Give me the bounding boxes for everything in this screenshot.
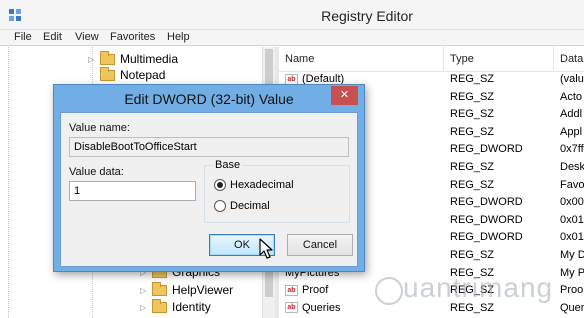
radio-label: Hexadecimal xyxy=(230,179,294,191)
tree-item-label: Notepad xyxy=(120,68,166,82)
value-data-cell: Favo xyxy=(560,178,584,191)
value-data-cell: 0x7ff xyxy=(560,143,584,156)
value-data-cell: Quer xyxy=(560,301,584,314)
tree-item-identity[interactable]: ▷ Identity xyxy=(140,298,211,315)
value-data-label: Value data: xyxy=(69,166,124,178)
value-name-text: Proof xyxy=(302,284,329,297)
menu-favorites[interactable]: Favorites xyxy=(110,31,155,43)
value-type-cell: REG_SZ xyxy=(450,90,495,103)
value-name-text: Queries xyxy=(302,301,341,314)
value-type-cell: REG_DWORD xyxy=(450,196,523,209)
value-data-input[interactable]: 1 xyxy=(69,181,196,201)
radio-label: Decimal xyxy=(230,200,270,212)
value-name-cell: ab Queries xyxy=(285,302,341,314)
value-name-field[interactable]: DisableBootToOfficeStart xyxy=(69,137,349,157)
window-title: Registry Editor xyxy=(321,8,413,24)
column-header-type[interactable]: Type xyxy=(444,47,554,72)
value-type-cell: REG_SZ xyxy=(450,125,495,138)
value-type-cell: REG_SZ xyxy=(450,178,495,191)
value-data-cell: Proo xyxy=(560,284,584,297)
expand-arrow-icon[interactable]: ▷ xyxy=(140,286,152,295)
menu-view[interactable]: View xyxy=(75,31,99,43)
value-type-cell: REG_DWORD xyxy=(450,143,523,156)
value-data-cell: 0x01 xyxy=(560,231,584,244)
string-value-icon: ab xyxy=(285,302,298,314)
value-data-cell: My P xyxy=(560,266,584,279)
folder-icon xyxy=(100,66,115,81)
value-name-cell: ab Proof xyxy=(285,284,328,296)
dialog-body: Value name: DisableBootToOfficeStart Val… xyxy=(60,112,358,267)
value-data-cell: Appl xyxy=(560,125,583,138)
column-header-data[interactable]: Data xyxy=(554,47,584,72)
close-button[interactable]: ✕ xyxy=(331,86,358,105)
value-data-cell: (valu xyxy=(560,73,584,85)
edit-dword-dialog: Edit DWORD (32-bit) Value ✕ Value name: … xyxy=(53,84,365,272)
folder-icon xyxy=(152,298,167,313)
value-type-cell: REG_DWORD xyxy=(450,231,523,244)
registry-editor-icon xyxy=(9,9,21,21)
tree-item-label: Identity xyxy=(172,300,211,314)
cancel-button[interactable]: Cancel xyxy=(287,234,353,256)
value-type-cell: REG_SZ xyxy=(450,161,495,173)
value-data-cell: 0x01 xyxy=(560,213,584,226)
base-label: Base xyxy=(213,159,243,171)
dialog-title: Edit DWORD (32-bit) Value xyxy=(124,91,294,107)
menu-file[interactable]: File xyxy=(14,31,32,43)
value-data-cell: My D xyxy=(560,249,584,261)
string-value-icon: ab xyxy=(285,73,298,85)
menu-help[interactable]: Help xyxy=(167,31,190,43)
mouse-pointer-icon xyxy=(259,238,273,259)
tree-item-helpviewer[interactable]: ▷ HelpViewer xyxy=(140,281,234,298)
folder-icon xyxy=(152,281,167,296)
watermark: uantrimang xyxy=(403,272,554,303)
radio-decimal[interactable]: Decimal xyxy=(214,200,270,212)
tree-item-notepad[interactable]: Notepad xyxy=(88,66,166,83)
title-bar: Registry Editor xyxy=(0,0,584,30)
tree-item-multimedia[interactable]: ▷ Multimedia xyxy=(88,50,179,67)
expand-arrow-icon[interactable]: ▷ xyxy=(140,303,152,312)
value-data-cell: Addl xyxy=(560,108,583,121)
value-type-cell: REG_SZ xyxy=(450,73,495,85)
watermark-logo xyxy=(375,277,403,305)
value-data-cell: 0x00 xyxy=(560,196,584,209)
menu-bar: File Edit View Favorites Help xyxy=(0,30,584,46)
menu-edit[interactable]: Edit xyxy=(43,31,62,43)
radio-hexadecimal[interactable]: Hexadecimal xyxy=(214,179,294,191)
value-type-cell: REG_DWORD xyxy=(450,213,523,226)
value-name-label: Value name: xyxy=(69,122,130,134)
value-data-cell: Desk xyxy=(560,161,584,173)
radio-checked-icon[interactable] xyxy=(214,179,226,191)
radio-unchecked-icon[interactable] xyxy=(214,200,226,212)
value-data-cell: Acto xyxy=(560,90,583,103)
string-value-icon: ab xyxy=(285,284,298,296)
value-type-cell: REG_SZ xyxy=(450,249,495,261)
folder-icon xyxy=(100,50,115,65)
value-type-cell: REG_SZ xyxy=(450,108,495,121)
base-groupbox: Base Hexadecimal Decimal xyxy=(204,159,350,223)
tree-item-label: HelpViewer xyxy=(172,283,234,297)
tree-item-label: Multimedia xyxy=(120,52,179,66)
column-header-name[interactable]: Name xyxy=(279,47,444,72)
expand-arrow-icon[interactable]: ▷ xyxy=(88,55,100,64)
